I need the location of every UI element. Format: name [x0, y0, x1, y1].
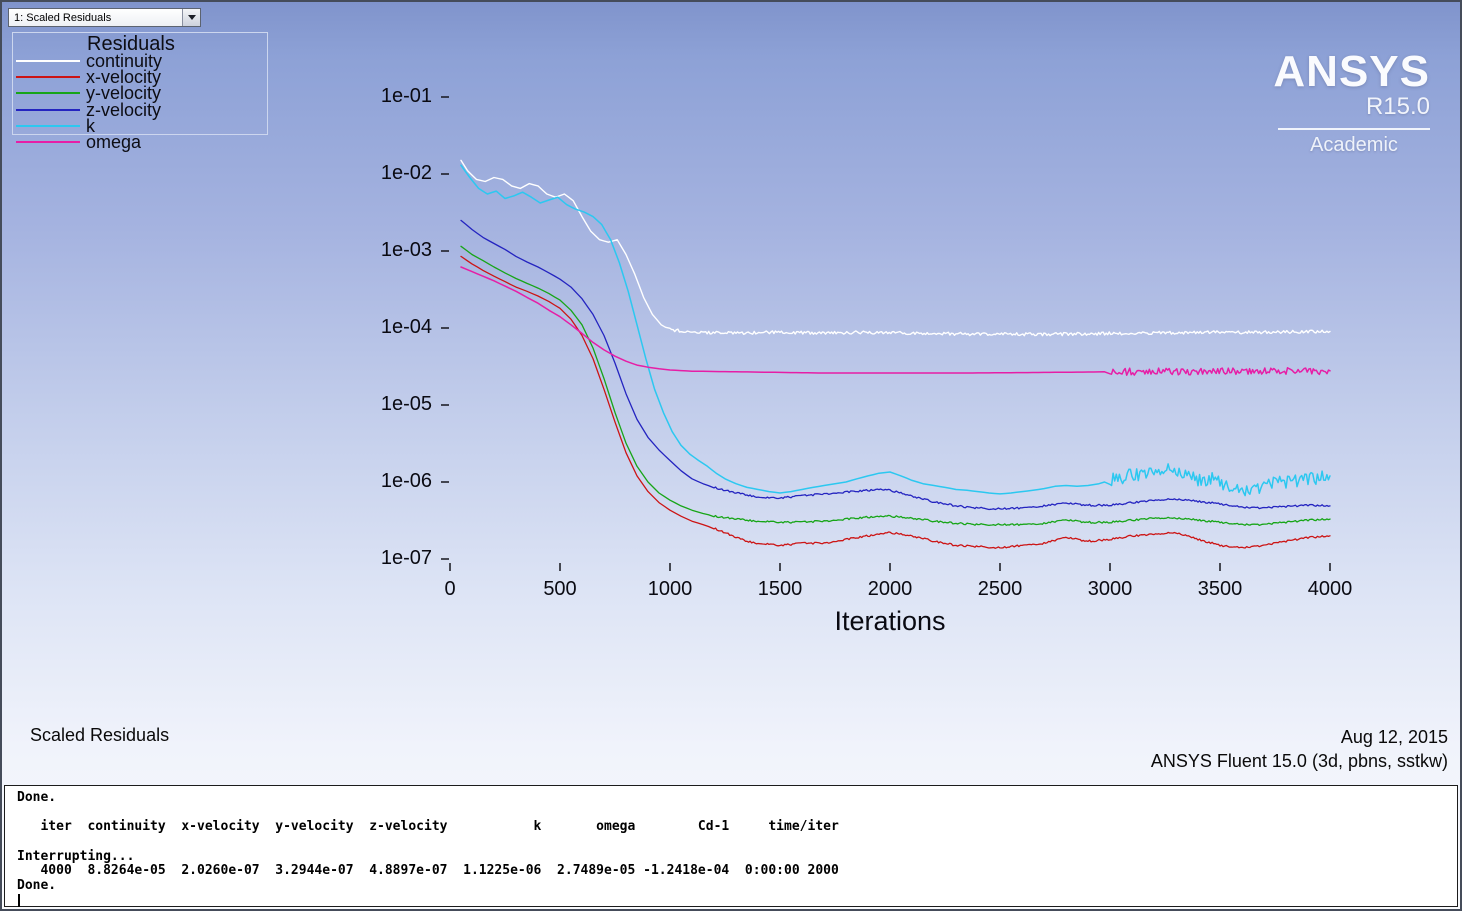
legend-line-sample: [16, 92, 80, 94]
ansys-brand-text: ANSYS: [1273, 50, 1430, 94]
series-continuity: [461, 160, 1330, 335]
legend-line-sample: [16, 76, 80, 78]
console-line: Done.: [17, 791, 1457, 806]
legend-item-label: omega: [86, 134, 141, 150]
footer-info: Aug 12, 2015 ANSYS Fluent 15.0 (3d, pbns…: [1151, 725, 1448, 773]
legend-line-sample: [16, 125, 80, 127]
ansys-logo: ANSYS R15.0 Academic: [1273, 50, 1430, 157]
y-tick-label: 1e-04: [352, 316, 432, 340]
x-tick-label: 1000: [625, 578, 715, 602]
dropdown-arrow-button[interactable]: [182, 9, 200, 26]
series-k: [461, 165, 1330, 495]
fluent-graphics-window: 1: Scaled Residuals Residuals continuity…: [0, 0, 1462, 911]
legend-item-z-velocity: z-velocity: [13, 102, 267, 118]
y-tick-label: 1e-03: [352, 239, 432, 263]
y-tick-label: 1e-07: [352, 547, 432, 571]
plot-caption: Scaled Residuals: [30, 725, 169, 746]
console-line: Done.: [17, 879, 1457, 894]
x-tick-label: 2500: [955, 578, 1045, 602]
console-line: iter continuity x-velocity y-velocity z-…: [17, 820, 1457, 835]
legend-box: Residuals continuity x-velocity y-veloci…: [12, 32, 268, 135]
ansys-edition-text: Academic: [1278, 134, 1430, 157]
x-tick-label: 500: [515, 578, 605, 602]
date-label: Aug 12, 2015: [1151, 725, 1448, 749]
chevron-down-icon: [188, 15, 196, 20]
legend-line-sample: [16, 60, 80, 62]
y-tick-label: 1e-01: [352, 85, 432, 109]
console-line: [17, 835, 1457, 850]
x-tick-label: 1500: [735, 578, 825, 602]
x-tick-label: 3500: [1175, 578, 1265, 602]
plot-selector-value: 1: Scaled Residuals: [9, 12, 182, 24]
series-x-velocity: [461, 256, 1330, 548]
series-z-velocity: [461, 220, 1330, 509]
legend-line-sample: [16, 141, 80, 143]
y-tick-label: 1e-05: [352, 393, 432, 417]
legend-title: Residuals: [13, 33, 267, 53]
text-cursor: [18, 894, 20, 907]
logo-divider: [1278, 128, 1430, 130]
legend-line-sample: [16, 109, 80, 111]
y-tick-label: 1e-06: [352, 470, 432, 494]
x-axis-title: Iterations: [800, 606, 980, 637]
plot-selector-dropdown[interactable]: 1: Scaled Residuals: [8, 8, 201, 27]
ansys-version-text: R15.0: [1273, 94, 1430, 120]
x-tick-label: 2000: [845, 578, 935, 602]
legend-item-omega: omega: [13, 134, 267, 150]
console[interactable]: Done. iter continuity x-velocity y-veloc…: [4, 785, 1458, 907]
console-line: [17, 806, 1457, 821]
console-line: 4000 8.8264e-05 2.0260e-07 3.2944e-07 4.…: [17, 864, 1457, 879]
series-y-velocity: [461, 246, 1330, 525]
series-omega: [461, 267, 1330, 375]
x-tick-label: 3000: [1065, 578, 1155, 602]
legend-item-label: z-velocity: [86, 102, 161, 118]
y-tick-label: 1e-02: [352, 162, 432, 186]
app-version-label: ANSYS Fluent 15.0 (3d, pbns, sstkw): [1151, 749, 1448, 773]
x-tick-label: 4000: [1285, 578, 1375, 602]
console-line: Interrupting...: [17, 850, 1457, 865]
x-tick-label: 0: [405, 578, 495, 602]
